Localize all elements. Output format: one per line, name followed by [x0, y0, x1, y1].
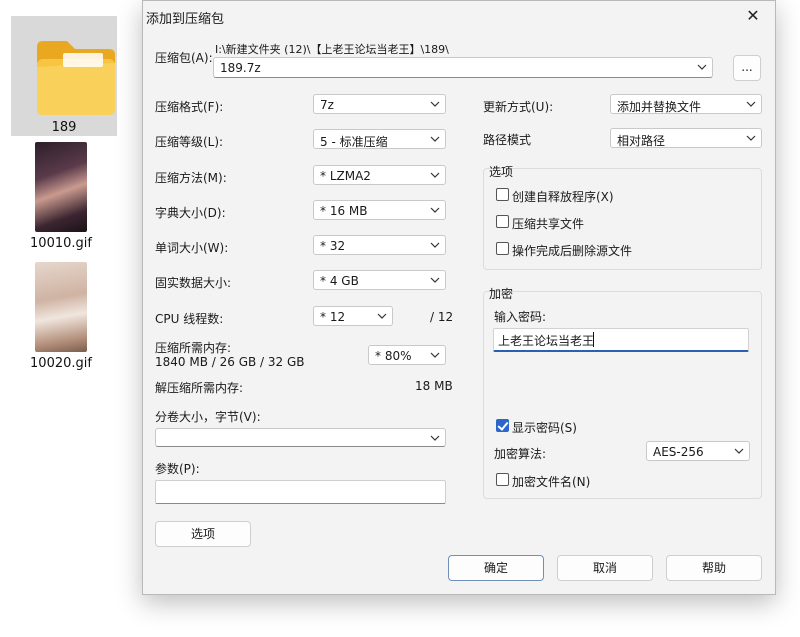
mem-decompress-label: 解压缩所需内存:: [155, 381, 244, 395]
pathmode-label: 路径模式: [483, 133, 532, 147]
pathmode-select[interactable]: 相对路径: [610, 128, 762, 148]
archive-path: I:\新建文件夹 (12)\【上老王论坛当老王】\189\: [215, 43, 449, 56]
mem-usage-value: * 80%: [375, 349, 412, 363]
delete-source-checkbox[interactable]: [496, 242, 509, 255]
encryption-method-label: 加密算法:: [494, 447, 547, 461]
delete-source-label[interactable]: 操作完成后删除源文件: [512, 242, 632, 259]
browse-button[interactable]: ...: [733, 55, 761, 81]
archive-name-value: 189.7z: [220, 61, 261, 75]
chevron-down-icon: [430, 242, 440, 248]
update-label: 更新方式(U):: [483, 100, 554, 114]
mem-compress-label: 压缩所需内存:: [155, 341, 232, 355]
params-input[interactable]: [155, 480, 446, 504]
options-group-title: 选项: [489, 165, 514, 179]
sfx-checkbox[interactable]: [496, 188, 509, 201]
dict-value: * 16 MB: [320, 204, 368, 218]
show-password-checkbox[interactable]: [496, 419, 509, 432]
level-label: 压缩等级(L):: [155, 135, 224, 149]
close-icon[interactable]: ✕: [739, 5, 767, 27]
volume-label: 分卷大小，字节(V):: [155, 410, 261, 424]
help-button[interactable]: 帮助: [666, 555, 762, 581]
update-select[interactable]: 添加并替换文件: [610, 94, 762, 114]
dialog-title: 添加到压缩包: [146, 12, 225, 27]
options-button[interactable]: 选项: [155, 521, 251, 547]
text-caret: [593, 332, 594, 347]
chevron-down-icon: [430, 207, 440, 213]
file-item-folder-189[interactable]: 189: [11, 16, 117, 136]
shared-files-checkbox[interactable]: [496, 215, 509, 228]
chevron-down-icon: [430, 136, 440, 142]
cancel-button[interactable]: 取消: [557, 555, 653, 581]
mem-decompress-value: 18 MB: [415, 379, 453, 393]
encryption-method-value: AES-256: [653, 445, 704, 459]
show-password-label[interactable]: 显示密码(S): [512, 419, 577, 436]
encrypt-names-checkbox[interactable]: [496, 473, 509, 486]
archive-label: 压缩包(A):: [155, 51, 213, 65]
level-select[interactable]: 5 - 标准压缩: [313, 129, 446, 149]
dialog-titlebar[interactable]: 添加到压缩包 ✕: [143, 1, 775, 31]
word-select[interactable]: * 32: [313, 235, 446, 255]
encryption-group-title: 加密: [489, 287, 514, 301]
threads-max: / 12: [430, 310, 454, 324]
chevron-down-icon: [430, 277, 440, 283]
chevron-down-icon: [746, 101, 756, 107]
method-select[interactable]: * LZMA2: [313, 165, 446, 185]
password-value: 上老王论坛当老王: [498, 334, 595, 348]
solid-select[interactable]: * 4 GB: [313, 270, 446, 290]
file-name: 10010.gif: [30, 236, 92, 251]
chevron-down-icon: [430, 352, 440, 358]
format-select[interactable]: 7z: [313, 94, 446, 114]
update-value: 添加并替换文件: [617, 100, 702, 114]
encrypt-names-label[interactable]: 加密文件名(N): [512, 473, 590, 490]
mem-compress-detail: 1840 MB / 26 GB / 32 GB: [155, 355, 305, 369]
mem-usage-select[interactable]: * 80%: [368, 345, 446, 365]
format-value: 7z: [320, 98, 334, 112]
chevron-down-icon: [430, 101, 440, 107]
archive-name-combo[interactable]: 189.7z: [213, 57, 713, 78]
dict-label: 字典大小(D):: [155, 206, 226, 220]
chevron-down-icon: [377, 313, 387, 319]
method-value: * LZMA2: [320, 169, 371, 183]
chevron-down-icon: [430, 172, 440, 178]
chevron-down-icon: [746, 135, 756, 141]
file-name: 10020.gif: [30, 356, 92, 371]
word-value: * 32: [320, 239, 346, 253]
solid-value: * 4 GB: [320, 274, 359, 288]
image-thumbnail: [35, 142, 87, 232]
file-name: 189: [51, 120, 77, 135]
pathmode-value: 相对路径: [617, 134, 666, 148]
method-label: 压缩方法(M):: [155, 171, 227, 185]
volume-combo[interactable]: [155, 428, 446, 447]
sfx-label[interactable]: 创建自释放程序(X): [512, 188, 614, 205]
file-item-10020-gif[interactable]: 10020.gif: [16, 262, 106, 371]
file-item-10010-gif[interactable]: 10010.gif: [16, 142, 106, 251]
format-label: 压缩格式(F):: [155, 100, 224, 114]
threads-label: CPU 线程数:: [155, 312, 224, 326]
folder-icon: [37, 41, 115, 115]
threads-select[interactable]: * 12: [313, 306, 393, 326]
encryption-method-select[interactable]: AES-256: [646, 441, 750, 461]
threads-value: * 12: [320, 310, 346, 324]
chevron-down-icon: [697, 64, 707, 70]
ok-button[interactable]: 确定: [448, 555, 544, 581]
word-label: 单词大小(W):: [155, 241, 229, 255]
chevron-down-icon: [734, 448, 744, 454]
image-thumbnail: [35, 262, 87, 352]
password-label: 输入密码:: [494, 310, 547, 324]
chevron-down-icon: [430, 435, 440, 441]
dict-select[interactable]: * 16 MB: [313, 200, 446, 220]
level-value: 5 - 标准压缩: [320, 135, 388, 149]
add-to-archive-dialog: 添加到压缩包 ✕ 压缩包(A): I:\新建文件夹 (12)\【上老王论坛当老王…: [142, 0, 776, 595]
shared-files-label[interactable]: 压缩共享文件: [512, 215, 584, 232]
params-label: 参数(P):: [155, 462, 200, 476]
solid-label: 固实数据大小:: [155, 276, 232, 290]
password-input[interactable]: 上老王论坛当老王: [493, 328, 749, 352]
